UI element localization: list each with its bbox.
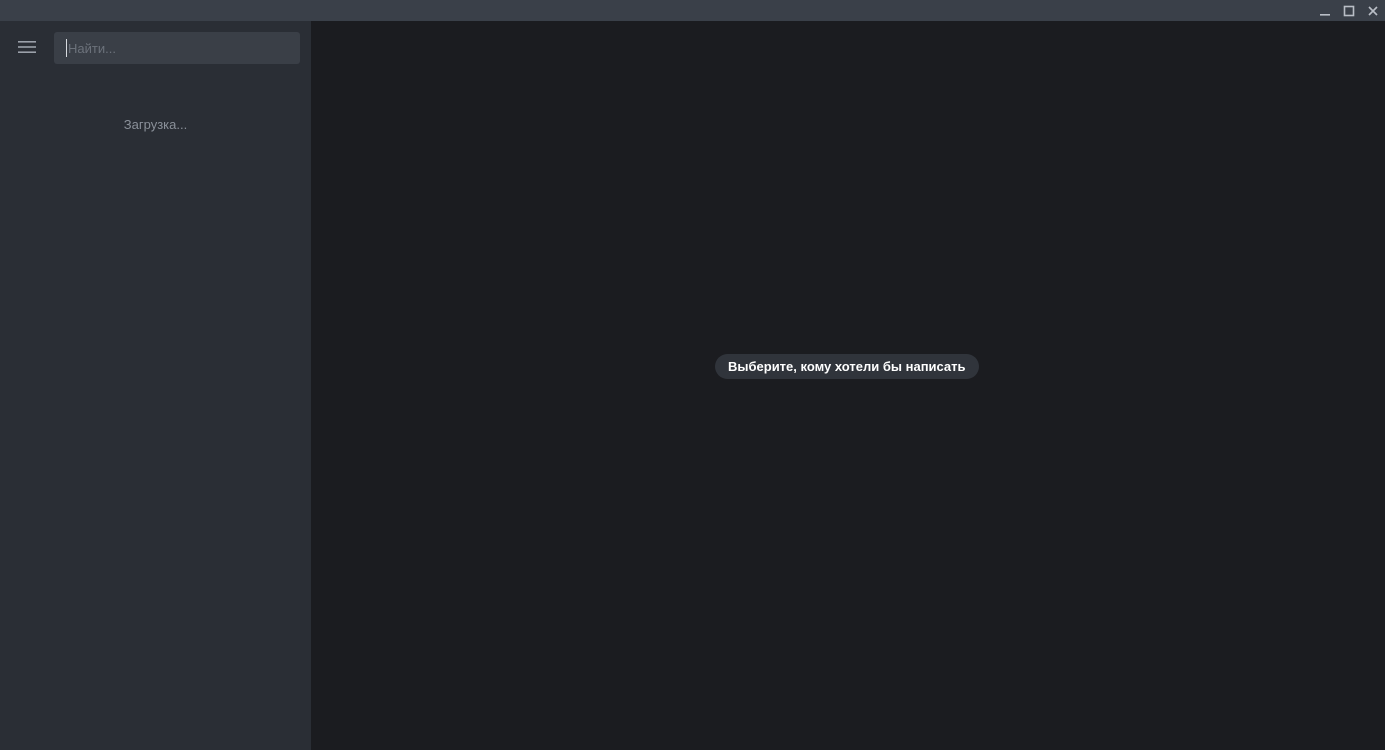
search-input[interactable] [54,32,300,64]
chat-area: Выберите, кому хотели бы написать [311,21,1385,750]
window-controls [1313,0,1385,21]
search-box [54,32,300,64]
minimize-icon [1319,5,1331,17]
hamburger-menu-icon [18,39,36,58]
minimize-button[interactable] [1313,0,1337,21]
empty-state-message: Выберите, кому хотели бы написать [715,354,979,379]
close-icon [1367,5,1379,17]
close-button[interactable] [1361,0,1385,21]
maximize-icon [1343,5,1355,17]
sidebar: Загрузка... [0,21,311,750]
loading-text: Загрузка... [123,117,188,132]
maximize-button[interactable] [1337,0,1361,21]
title-bar [0,0,1385,21]
main-menu-button[interactable] [10,36,44,60]
